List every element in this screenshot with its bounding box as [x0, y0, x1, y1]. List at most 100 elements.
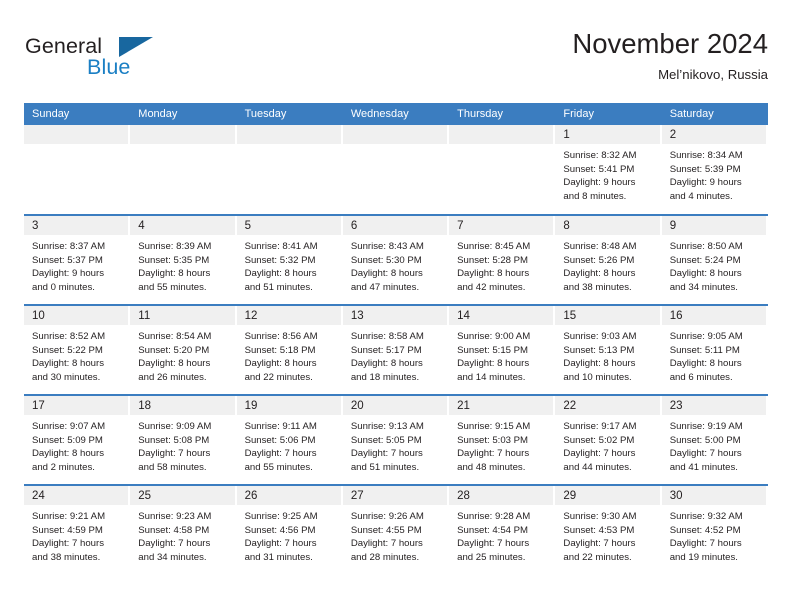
day-cell-inner: 1 Sunrise: 8:32 AM Sunset: 5:41 PM Daylight… — [555, 125, 661, 214]
day-number: 16 — [669, 310, 683, 322]
day-detail-line: Sunrise: 9:03 AM — [563, 331, 637, 342]
day-cell-details: Sunrise: 9:30 AM Sunset: 4:53 PM Daylight:… — [555, 505, 661, 564]
calendar-day-cell[interactable]: 16 Sunrise: 9:05 AM Sunset: 5:11 PM Dayligh… — [661, 304, 768, 395]
weekday-header-wednesday: Wednesday — [342, 103, 450, 125]
date-band: 19 — [236, 396, 341, 415]
date-band: 1 — [555, 125, 660, 144]
calendar-day-cell[interactable]: 27 Sunrise: 9:26 AM Sunset: 4:55 PM Dayligh… — [342, 484, 450, 575]
day-cell-inner — [130, 125, 236, 214]
day-cell-inner: 11 Sunrise: 8:54 AM Sunset: 5:20 PM Dayligh… — [130, 306, 236, 394]
calendar-day-cell[interactable]: 14 Sunrise: 9:00 AM Sunset: 5:15 PM Dayligh… — [449, 304, 556, 395]
day-detail-line: Daylight: 7 hours — [457, 448, 530, 460]
day-number: 5 — [244, 220, 251, 232]
calendar-day-cell[interactable]: 3 Sunrise: 8:37 AM Sunset: 5:37 PM Daylight… — [24, 214, 131, 305]
day-detail-line: Sunset: 5:09 PM — [32, 434, 103, 446]
calendar-day-cell[interactable]: 28 Sunrise: 9:28 AM Sunset: 4:54 PM Dayligh… — [449, 484, 556, 575]
calendar-day-cell[interactable]: 4 Sunrise: 8:39 AM Sunset: 5:35 PM Daylight… — [130, 214, 237, 305]
calendar-day-cell[interactable]: 26 Sunrise: 9:25 AM Sunset: 4:56 PM Dayligh… — [236, 484, 343, 575]
date-band — [130, 125, 235, 144]
day-detail-line: Daylight: 8 hours — [32, 448, 104, 460]
calendar-day-cell[interactable]: 11 Sunrise: 8:54 AM Sunset: 5:20 PM Dayligh… — [130, 304, 237, 395]
day-detail-line: and 55 minutes. — [244, 461, 313, 473]
day-detail-line: and 41 minutes. — [669, 461, 738, 473]
calendar-day-cell[interactable]: 7 Sunrise: 8:45 AM Sunset: 5:28 PM Daylight… — [449, 214, 556, 305]
day-detail-line: Sunset: 5:18 PM — [244, 344, 316, 356]
day-cell-inner: 8 Sunrise: 8:48 AM Sunset: 5:26 PM Daylight… — [555, 216, 661, 304]
day-cell-inner: 6 Sunrise: 8:43 AM Sunset: 5:30 PM Daylight… — [342, 216, 449, 304]
calendar-day-cell[interactable]: 5 Sunrise: 8:41 AM Sunset: 5:32 PM Daylight… — [236, 214, 343, 305]
day-detail-line: Sunset: 4:56 PM — [244, 524, 316, 536]
general-blue-logo[interactable]: General Blue — [24, 34, 244, 86]
date-band: 12 — [236, 306, 341, 325]
calendar-day-cell[interactable]: 29 Sunrise: 9:30 AM Sunset: 4:53 PM Dayligh… — [555, 484, 662, 575]
calendar-week-row: 10 Sunrise: 8:52 AM Sunset: 5:22 PM Dayligh… — [24, 304, 768, 395]
day-detail-line: Sunrise: 8:58 AM — [350, 331, 424, 342]
day-cell-details: Sunrise: 8:39 AM Sunset: 5:35 PM Daylight:… — [130, 235, 236, 294]
day-cell-details: Sunrise: 8:54 AM Sunset: 5:20 PM Daylight:… — [130, 325, 236, 384]
calendar-day-cell[interactable]: 25 Sunrise: 9:23 AM Sunset: 4:58 PM Dayligh… — [130, 484, 237, 575]
day-detail-line: Daylight: 9 hours — [669, 177, 742, 189]
day-detail-line: and 25 minutes. — [457, 551, 526, 563]
date-band: 7 — [449, 216, 554, 235]
calendar-day-cell[interactable]: 21 Sunrise: 9:15 AM Sunset: 5:03 PM Dayligh… — [449, 394, 556, 485]
day-cell-details: Sunrise: 9:26 AM Sunset: 4:55 PM Daylight:… — [343, 505, 449, 564]
day-cell-inner: 3 Sunrise: 8:37 AM Sunset: 5:37 PM Daylight… — [24, 216, 130, 304]
day-number: 29 — [563, 490, 577, 502]
calendar-day-cell[interactable]: 18 Sunrise: 9:09 AM Sunset: 5:08 PM Dayligh… — [130, 394, 237, 485]
date-band: 21 — [449, 396, 554, 415]
day-number: 14 — [457, 310, 470, 322]
day-detail-line: Sunrise: 9:25 AM — [244, 511, 318, 522]
day-cell-details: Sunrise: 9:19 AM Sunset: 5:00 PM Daylight:… — [662, 415, 768, 474]
day-detail-line: Sunrise: 9:32 AM — [669, 511, 743, 522]
day-detail-line: Sunset: 5:05 PM — [350, 434, 422, 446]
triangle-flag-icon — [119, 37, 153, 57]
calendar-day-cell[interactable]: 9 Sunrise: 8:50 AM Sunset: 5:24 PM Daylight… — [661, 214, 768, 305]
calendar-day-cell[interactable]: 15 Sunrise: 9:03 AM Sunset: 5:13 PM Dayligh… — [555, 304, 662, 395]
calendar-header-row: Sunday Monday Tuesday Wednesday Thursday… — [24, 103, 768, 125]
weekday-header-saturday: Saturday — [661, 103, 768, 125]
calendar-day-cell[interactable]: 19 Sunrise: 9:11 AM Sunset: 5:06 PM Dayligh… — [236, 394, 343, 485]
calendar-day-cell[interactable]: 10 Sunrise: 8:52 AM Sunset: 5:22 PM Dayligh… — [24, 304, 131, 395]
calendar-day-cell[interactable]: 23 Sunrise: 9:19 AM Sunset: 5:00 PM Dayligh… — [661, 394, 768, 485]
day-detail-line: Sunset: 5:32 PM — [244, 254, 316, 266]
day-detail-line: Sunset: 4:52 PM — [669, 524, 741, 536]
calendar-cell-empty — [24, 125, 131, 215]
day-detail-line: and 26 minutes. — [138, 371, 207, 383]
day-cell-inner: 20 Sunrise: 9:13 AM Sunset: 5:05 PM Dayligh… — [342, 396, 449, 484]
calendar-day-cell[interactable]: 12 Sunrise: 8:56 AM Sunset: 5:18 PM Dayligh… — [236, 304, 343, 395]
calendar-day-cell[interactable]: 6 Sunrise: 8:43 AM Sunset: 5:30 PM Daylight… — [342, 214, 450, 305]
calendar-body: 1 Sunrise: 8:32 AM Sunset: 5:41 PM Daylight… — [24, 125, 768, 575]
calendar-day-cell[interactable]: 22 Sunrise: 9:17 AM Sunset: 5:02 PM Dayligh… — [555, 394, 662, 485]
day-detail-line: and 8 minutes. — [563, 190, 627, 202]
date-band: 10 — [24, 306, 129, 325]
day-detail-line: Daylight: 8 hours — [669, 358, 742, 370]
day-detail-line: and 38 minutes. — [563, 281, 632, 293]
day-number: 13 — [350, 310, 364, 322]
day-detail-line: Sunrise: 8:56 AM — [244, 331, 318, 342]
day-detail-line: Sunrise: 8:52 AM — [32, 331, 106, 342]
day-cell-inner: 15 Sunrise: 9:03 AM Sunset: 5:13 PM Dayligh… — [555, 306, 661, 394]
calendar-day-cell[interactable]: 2 Sunrise: 8:34 AM Sunset: 5:39 PM Daylight… — [661, 125, 768, 215]
calendar-day-cell[interactable]: 8 Sunrise: 8:48 AM Sunset: 5:26 PM Daylight… — [555, 214, 662, 305]
date-band: 8 — [555, 216, 660, 235]
day-cell-inner: 9 Sunrise: 8:50 AM Sunset: 5:24 PM Daylight… — [661, 216, 768, 304]
calendar-day-cell[interactable]: 24 Sunrise: 9:21 AM Sunset: 4:59 PM Dayligh… — [24, 484, 131, 575]
calendar-day-cell[interactable]: 1 Sunrise: 8:32 AM Sunset: 5:41 PM Daylight… — [555, 125, 662, 215]
day-number: 12 — [244, 310, 258, 322]
calendar-day-cell[interactable]: 17 Sunrise: 9:07 AM Sunset: 5:09 PM Dayligh… — [24, 394, 131, 485]
day-cell-details — [449, 144, 555, 149]
calendar-day-cell[interactable]: 30 Sunrise: 9:32 AM Sunset: 4:52 PM Dayligh… — [661, 484, 768, 575]
calendar-day-cell[interactable]: 13 Sunrise: 8:58 AM Sunset: 5:17 PM Dayligh… — [342, 304, 450, 395]
day-detail-line: Sunrise: 9:26 AM — [350, 511, 424, 522]
day-detail-line: Daylight: 8 hours — [563, 358, 636, 370]
day-number: 19 — [244, 400, 258, 412]
day-detail-line: Sunrise: 8:32 AM — [563, 150, 637, 161]
weekday-header-tuesday: Tuesday — [236, 103, 343, 125]
day-cell-inner: 19 Sunrise: 9:11 AM Sunset: 5:06 PM Dayligh… — [236, 396, 343, 484]
date-band: 26 — [236, 486, 341, 505]
page-title: November 2024 — [572, 28, 768, 59]
date-band: 2 — [661, 125, 766, 144]
date-band: 29 — [555, 486, 660, 505]
day-detail-line: Sunrise: 8:54 AM — [138, 331, 212, 342]
calendar-day-cell[interactable]: 20 Sunrise: 9:13 AM Sunset: 5:05 PM Dayligh… — [342, 394, 450, 485]
